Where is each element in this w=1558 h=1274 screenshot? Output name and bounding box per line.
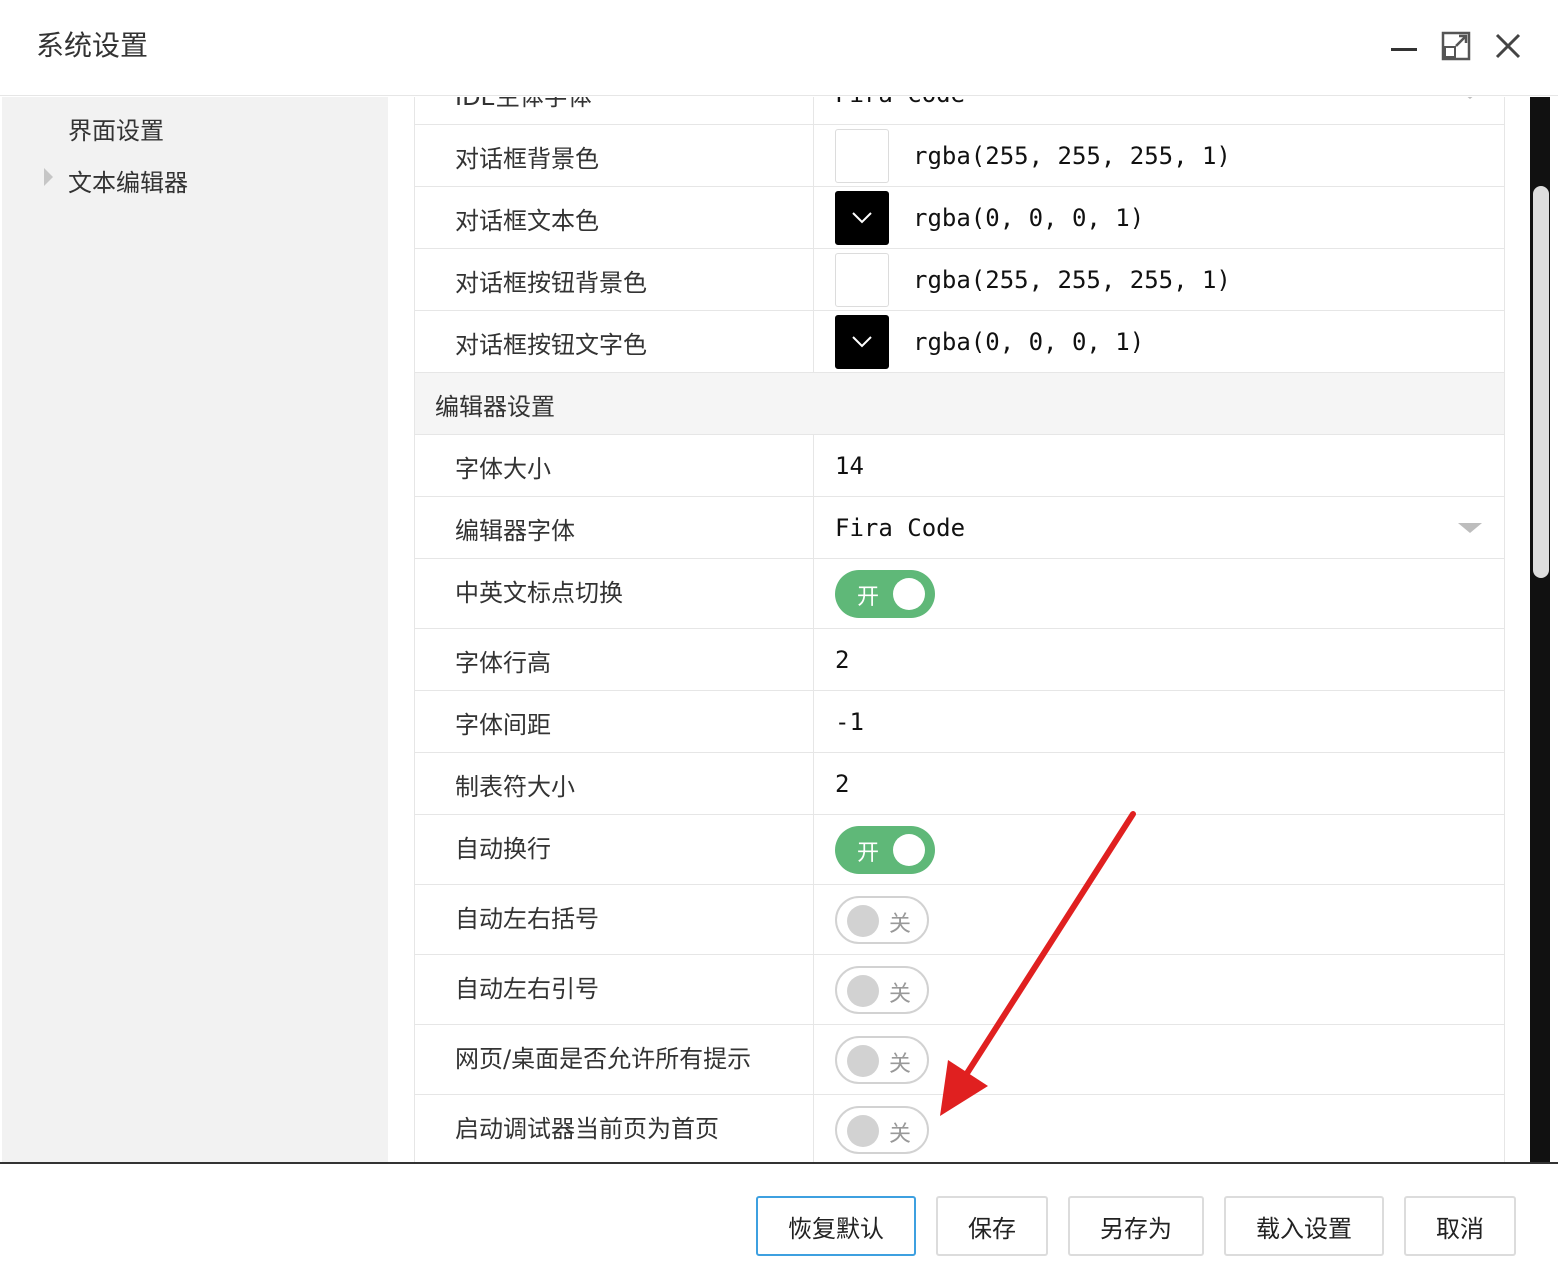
setting-row: 对话框文本色 rgba(0, 0, 0, 1) [415, 187, 1504, 249]
setting-row: 制表符大小 2 [415, 753, 1504, 815]
color-value: rgba(0, 0, 0, 1) [913, 327, 1145, 356]
save-as-button[interactable]: 另存为 [1068, 1196, 1204, 1256]
toggle-state: 关 [889, 1051, 912, 1077]
setting-label: 自动左右括号 [415, 885, 814, 954]
settings-panel: IDE主体字体 Fira Code 对话框背景色 rgba(255, 255, … [388, 97, 1530, 1162]
setting-row: IDE主体字体 Fira Code [415, 97, 1504, 125]
toggle-knob [893, 577, 925, 610]
setting-row: 对话框背景色 rgba(255, 255, 255, 1) [415, 125, 1504, 187]
setting-label: 中英文标点切换 [415, 559, 814, 628]
expand-arrow-icon[interactable] [44, 168, 53, 186]
toggle-state: 关 [889, 911, 912, 937]
save-button[interactable]: 保存 [936, 1196, 1048, 1256]
select-value: Fira Code [835, 513, 966, 542]
toggle-switch[interactable]: 关 [835, 1105, 929, 1154]
setting-row: 自动左右括号 关 [415, 885, 1504, 955]
letter-spacing-input[interactable]: -1 [814, 691, 1504, 752]
toggle-knob [847, 974, 879, 1007]
toggle-switch[interactable]: 开 [835, 569, 935, 618]
window-title: 系统设置 [36, 29, 149, 62]
section-header: 编辑器设置 [415, 373, 1504, 435]
ide-font-select[interactable]: Fira Code [814, 97, 1504, 124]
setting-label: 字体间距 [415, 691, 814, 752]
input-value: -1 [835, 707, 864, 736]
settings-sidebar: 界面设置 文本编辑器 [2, 97, 388, 1162]
color-value: rgba(0, 0, 0, 1) [913, 203, 1145, 232]
close-button[interactable] [1488, 26, 1528, 66]
tab-size-input[interactable]: 2 [814, 753, 1504, 814]
toggle-switch[interactable]: 关 [835, 1035, 929, 1084]
setting-row: 对话框按钮文字色 rgba(0, 0, 0, 1) [415, 311, 1504, 373]
color-picker-swatch[interactable] [835, 252, 889, 307]
toggle-knob [847, 904, 879, 937]
input-value: 2 [835, 769, 850, 798]
dropdown-arrow-icon [1458, 97, 1482, 99]
toggle-switch[interactable]: 关 [835, 895, 929, 944]
input-value: 14 [835, 451, 864, 480]
setting-label: 编辑器字体 [415, 497, 814, 558]
setting-label: 字体大小 [415, 435, 814, 496]
color-picker-swatch[interactable] [835, 128, 889, 183]
title-bar: 系统设置 [0, 0, 1558, 96]
minimize-icon [1391, 48, 1417, 51]
setting-row: 字体行高 2 [415, 629, 1504, 691]
setting-row: 网页/桌面是否允许所有提示 关 [415, 1025, 1504, 1095]
chevron-down-icon [852, 335, 872, 347]
maximize-icon [1441, 31, 1471, 61]
sidebar-item-text-editor[interactable]: 文本编辑器 [68, 163, 188, 198]
ide-font-value: Fira Code [835, 97, 965, 108]
chevron-down-icon [852, 211, 872, 223]
editor-font-select[interactable]: Fira Code [814, 497, 1504, 558]
restore-default-button[interactable]: 恢复默认 [756, 1196, 916, 1256]
setting-row: 自动左右引号 关 [415, 955, 1504, 1025]
settings-table: IDE主体字体 Fira Code 对话框背景色 rgba(255, 255, … [414, 97, 1505, 1162]
setting-label: IDE主体字体 [415, 97, 814, 124]
setting-row: 字体间距 -1 [415, 691, 1504, 753]
load-settings-button[interactable]: 载入设置 [1224, 1196, 1384, 1256]
color-picker-swatch[interactable] [835, 190, 889, 245]
setting-row: 编辑器字体 Fira Code [415, 497, 1504, 559]
cancel-button[interactable]: 取消 [1404, 1196, 1516, 1256]
toggle-switch[interactable]: 开 [835, 825, 935, 874]
setting-label: 启动调试器当前页为首页 [415, 1095, 814, 1162]
toggle-state: 关 [889, 1121, 912, 1147]
dropdown-arrow-icon [1458, 523, 1482, 533]
toggle-knob [893, 833, 925, 866]
toggle-switch[interactable]: 关 [835, 965, 929, 1014]
setting-label: 对话框背景色 [415, 125, 814, 186]
color-value: rgba(255, 255, 255, 1) [913, 141, 1231, 170]
minimize-button[interactable] [1384, 26, 1424, 66]
setting-row: 字体大小 14 [415, 435, 1504, 497]
setting-label: 自动换行 [415, 815, 814, 884]
sidebar-item-ui-settings[interactable]: 界面设置 [68, 111, 164, 146]
section-title: 编辑器设置 [435, 393, 555, 421]
dialog-footer: 恢复默认 保存 另存为 载入设置 取消 [0, 1162, 1558, 1274]
settings-dialog: 系统设置 界面设置 文本编辑器 IDE主体字体 Fira Cod [0, 0, 1558, 1274]
setting-row: 启动调试器当前页为首页 关 [415, 1095, 1504, 1162]
setting-label: 制表符大小 [415, 753, 814, 814]
setting-label: 对话框按钮文字色 [415, 311, 814, 372]
setting-row: 对话框按钮背景色 rgba(255, 255, 255, 1) [415, 249, 1504, 311]
input-value: 2 [835, 645, 850, 674]
close-icon [1495, 33, 1521, 59]
setting-label: 自动左右引号 [415, 955, 814, 1024]
font-size-input[interactable]: 14 [814, 435, 1504, 496]
setting-label: 对话框按钮背景色 [415, 249, 814, 310]
toggle-state: 开 [857, 840, 880, 866]
color-picker-swatch[interactable] [835, 314, 889, 369]
color-value: rgba(255, 255, 255, 1) [913, 265, 1231, 294]
setting-row: 自动换行 开 [415, 815, 1504, 885]
scrollbar-thumb[interactable] [1533, 186, 1549, 578]
setting-label: 字体行高 [415, 629, 814, 690]
line-height-input[interactable]: 2 [814, 629, 1504, 690]
toggle-state: 关 [889, 981, 912, 1007]
maximize-button[interactable] [1436, 26, 1476, 66]
toggle-knob [847, 1044, 879, 1077]
setting-row: 中英文标点切换 开 [415, 559, 1504, 629]
setting-label: 网页/桌面是否允许所有提示 [415, 1025, 814, 1094]
toggle-state: 开 [857, 584, 880, 610]
toggle-knob [847, 1114, 879, 1147]
setting-label: 对话框文本色 [415, 187, 814, 248]
